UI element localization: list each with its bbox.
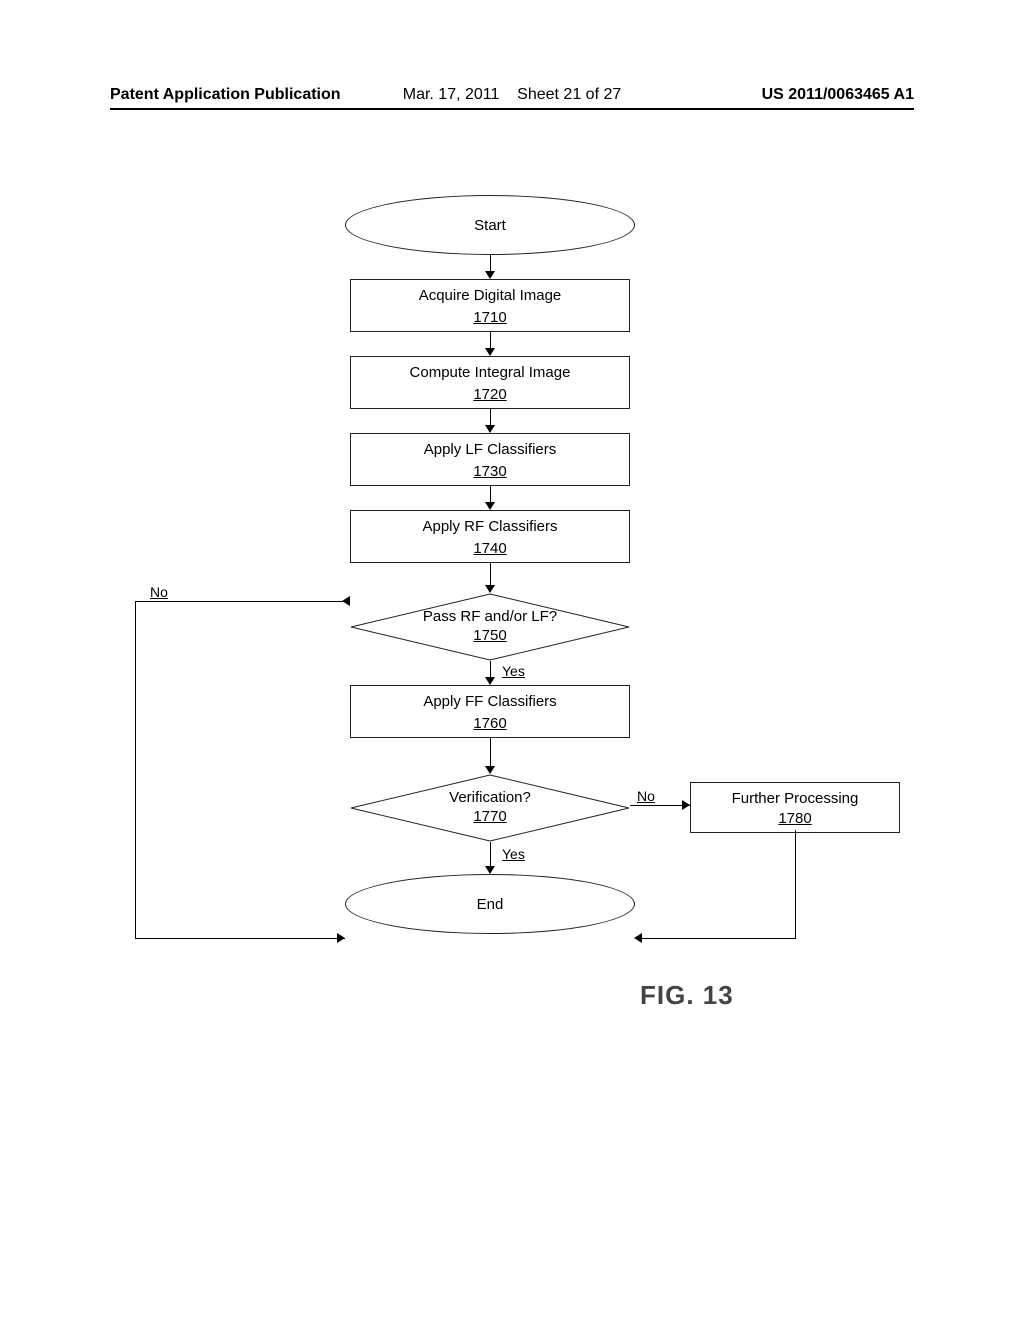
step-label: Acquire Digital Image	[361, 286, 619, 306]
header-date: Mar. 17, 2011	[403, 86, 500, 103]
decision-ref: 1750	[423, 627, 557, 646]
yes-label: Yes	[502, 846, 525, 862]
connector-line	[630, 805, 690, 806]
step-rf: Apply RF Classifiers 1740	[350, 510, 630, 563]
connector-line	[135, 601, 136, 938]
figure-label: FIG. 13	[640, 980, 734, 1011]
connector-line	[135, 938, 345, 939]
decision-label: Verification?	[449, 789, 531, 808]
arrow-down-icon	[485, 486, 495, 510]
decision-verification: Verification? 1770	[350, 774, 630, 842]
arrow-down-icon	[485, 563, 495, 593]
step-ref: 1720	[473, 385, 506, 405]
decision-label: Pass RF and/or LF?	[423, 608, 557, 627]
arrow-right-icon	[682, 800, 690, 810]
step-label: Apply FF Classifiers	[361, 692, 619, 712]
end-terminal: End	[345, 874, 635, 934]
step-integral: Compute Integral Image 1720	[350, 356, 630, 409]
arrow-down-icon	[485, 255, 495, 279]
step-label: Apply RF Classifiers	[361, 517, 619, 537]
step-ref: 1760	[473, 714, 506, 734]
step-acquire: Acquire Digital Image 1710	[350, 279, 630, 332]
step-label: Further Processing	[699, 789, 891, 809]
end-label: End	[477, 896, 504, 913]
yes-label: Yes	[502, 663, 525, 679]
step-label: Compute Integral Image	[361, 363, 619, 383]
no-label: No	[150, 584, 168, 600]
header-sheet: Sheet 21 of 27	[517, 86, 621, 103]
start-label: Start	[474, 217, 506, 234]
step-ref: 1780	[699, 809, 891, 829]
decision-ref: 1770	[449, 808, 531, 827]
header-publication-type: Patent Application Publication	[110, 86, 341, 104]
decision-pass-rf-lf: Pass RF and/or LF? 1750	[350, 593, 630, 661]
step-ref: 1730	[473, 462, 506, 482]
step-ff: Apply FF Classifiers 1760	[350, 685, 630, 738]
header-pubnum: US 2011/0063465 A1	[762, 86, 914, 104]
header-mid: Mar. 17, 2011 Sheet 21 of 27	[403, 86, 622, 104]
step-further-processing: Further Processing 1780	[690, 782, 900, 833]
arrow-down-icon	[485, 409, 495, 433]
connector-line	[795, 830, 796, 938]
arrow-down-icon	[485, 738, 495, 774]
step-label: Apply LF Classifiers	[361, 440, 619, 460]
connector-line	[640, 938, 796, 939]
arrow-left-icon	[342, 596, 350, 606]
no-label: No	[637, 788, 655, 804]
start-terminal: Start	[345, 195, 635, 255]
step-ref: 1740	[473, 539, 506, 559]
arrow-down-icon	[485, 661, 495, 685]
arrow-down-icon	[485, 842, 495, 874]
arrow-down-icon	[485, 332, 495, 356]
step-lf: Apply LF Classifiers 1730	[350, 433, 630, 486]
arrow-right-icon	[337, 933, 345, 943]
page-header: Patent Application Publication Mar. 17, …	[110, 86, 914, 110]
step-ref: 1710	[473, 308, 506, 328]
arrow-left-icon	[634, 933, 642, 943]
connector-line	[135, 601, 350, 602]
